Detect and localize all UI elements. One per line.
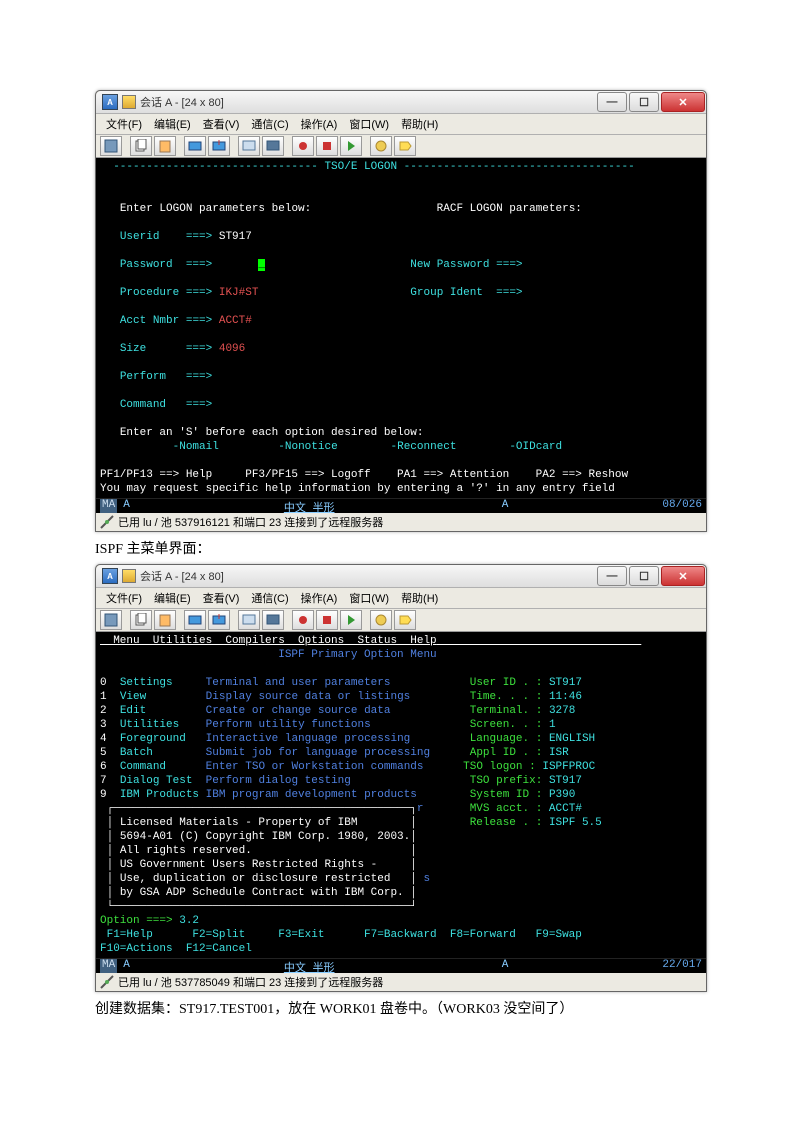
menu-help[interactable]: 帮助(H) [395, 590, 444, 606]
titlebar[interactable]: A 会话 A - [24 x 80] — ☐ ✕ [96, 565, 706, 588]
play-icon[interactable] [340, 610, 362, 630]
opt-5[interactable]: 5 [100, 747, 120, 759]
recv-icon[interactable] [208, 136, 230, 156]
tag-icon[interactable] [394, 136, 416, 156]
titlebar[interactable]: A 会话 A - [24 x 80] — ☐ ✕ [96, 91, 706, 114]
opt-7[interactable]: 7 [100, 775, 120, 787]
cursor-position: 08/026 [662, 499, 702, 513]
caption-dataset: 创建数据集：ST917.TEST001，放在 WORK01 盘卷中。（WORK0… [95, 998, 705, 1018]
minimize-button[interactable]: — [597, 92, 627, 112]
fkeys-row-2: F10=Actions F12=Cancel [100, 943, 252, 955]
menu-window[interactable]: 窗口(W) [343, 590, 395, 606]
caption-ispf: ISPF 主菜单界面： [95, 538, 705, 558]
send-icon[interactable] [184, 136, 206, 156]
menu-comm[interactable]: 通信(C) [245, 116, 294, 132]
connection-status-bar: 已用 lu / 池 537916121 和端口 23 连接到了远程服务器 [96, 513, 706, 531]
play-icon[interactable] [340, 136, 362, 156]
record-icon[interactable] [292, 610, 314, 630]
opt-3[interactable]: 3 [100, 719, 120, 731]
stop-icon[interactable] [316, 136, 338, 156]
menubar: 文件(F) 编辑(E) 查看(V) 通信(C) 操作(A) 窗口(W) 帮助(H… [96, 114, 706, 135]
app-icon: A [102, 94, 118, 110]
connection-status: 已用 lu / 池 537916121 和端口 23 连接到了远程服务器 [118, 514, 383, 530]
cursor: _ [258, 259, 265, 271]
status-line: MA A 中文 半形 A 22/017 [96, 958, 706, 973]
paste-icon[interactable] [154, 610, 176, 630]
menu-view[interactable]: 查看(V) [197, 116, 246, 132]
terminal-window-logon: A 会话 A - [24 x 80] — ☐ ✕ 文件(F) 编辑(E) 查看(… [95, 90, 707, 532]
ime-status: 中文 半形 [284, 959, 335, 973]
copy-icon[interactable] [130, 610, 152, 630]
procedure-field[interactable]: IKJ#ST [219, 287, 259, 299]
terminal-screen-ispf[interactable]: Menu Utilities Compilers Options Status … [96, 632, 706, 958]
record-icon[interactable] [292, 136, 314, 156]
app-icon-2 [122, 569, 136, 583]
menu-action[interactable]: 操作(A) [295, 590, 344, 606]
fkeys-row-1: F1=Help F2=Split F3=Exit F7=Backward F8=… [100, 929, 582, 941]
acct-field[interactable]: ACCT# [219, 315, 252, 327]
color-icon[interactable] [262, 136, 284, 156]
maximize-button[interactable]: ☐ [629, 92, 659, 112]
opt-9[interactable]: 9 [100, 789, 120, 801]
ispf-menubar[interactable]: Menu Utilities Compilers Options Status … [100, 635, 437, 647]
opt-2[interactable]: 2 [100, 705, 120, 717]
opt-0[interactable]: 0 [100, 677, 120, 689]
tool-icon[interactable] [100, 610, 122, 630]
display-icon[interactable] [238, 610, 260, 630]
menu-file[interactable]: 文件(F) [100, 116, 148, 132]
menubar: 文件(F) 编辑(E) 查看(V) 通信(C) 操作(A) 窗口(W) 帮助(H… [96, 588, 706, 609]
userid-field[interactable]: ST917 [219, 231, 252, 243]
toolbar [96, 609, 706, 632]
help-hint: You may request specific help informatio… [100, 483, 615, 495]
paste-icon[interactable] [154, 136, 176, 156]
connection-status-bar: 已用 lu / 池 537785049 和端口 23 连接到了远程服务器 [96, 973, 706, 991]
tool-icon[interactable] [100, 136, 122, 156]
window-title: 会话 A - [24 x 80] [140, 568, 596, 584]
status-MA: MA [100, 959, 117, 973]
status-line: MA A 中文 半形 A 08/026 [96, 498, 706, 513]
opt-6[interactable]: 6 [100, 761, 120, 773]
menu-comm[interactable]: 通信(C) [245, 590, 294, 606]
ispf-title: ISPF Primary Option Menu [278, 649, 436, 661]
app-icon-2 [122, 95, 136, 109]
size-field[interactable]: 4096 [219, 343, 245, 355]
connection-status: 已用 lu / 池 537785049 和端口 23 连接到了远程服务器 [118, 974, 383, 990]
option-input[interactable]: 3.2 [179, 915, 199, 927]
menu-help[interactable]: 帮助(H) [395, 116, 444, 132]
cursor-position: 22/017 [662, 959, 702, 973]
stop-icon[interactable] [316, 610, 338, 630]
display-icon[interactable] [238, 136, 260, 156]
copy-icon[interactable] [130, 136, 152, 156]
help-icon[interactable] [370, 610, 392, 630]
tag-icon[interactable] [394, 610, 416, 630]
option-prompt[interactable]: Option ===> [100, 915, 179, 927]
opt-4[interactable]: 4 [100, 733, 120, 745]
close-button[interactable]: ✕ [661, 566, 705, 586]
help-icon[interactable] [370, 136, 392, 156]
menu-view[interactable]: 查看(V) [197, 590, 246, 606]
menu-edit[interactable]: 编辑(E) [148, 116, 197, 132]
window-title: 会话 A - [24 x 80] [140, 94, 596, 110]
terminal-screen-logon[interactable]: ------------------------------- TSO/E LO… [96, 158, 706, 498]
color-icon[interactable] [262, 610, 284, 630]
status-MA: MA [100, 499, 117, 513]
menu-edit[interactable]: 编辑(E) [148, 590, 197, 606]
menu-window[interactable]: 窗口(W) [343, 116, 395, 132]
pf-keys-line: PF1/PF13 ==> Help PF3/PF15 ==> Logoff PA… [100, 469, 628, 481]
close-button[interactable]: ✕ [661, 92, 705, 112]
send-icon[interactable] [184, 610, 206, 630]
terminal-window-ispf: A 会话 A - [24 x 80] — ☐ ✕ 文件(F) 编辑(E) 查看(… [95, 564, 707, 992]
connect-icon [100, 515, 114, 529]
toolbar [96, 135, 706, 158]
app-icon: A [102, 568, 118, 584]
minimize-button[interactable]: — [597, 566, 627, 586]
connect-icon [100, 975, 114, 989]
ime-status: 中文 半形 [284, 499, 335, 513]
opt-1[interactable]: 1 [100, 691, 120, 703]
recv-icon[interactable] [208, 610, 230, 630]
menu-file[interactable]: 文件(F) [100, 590, 148, 606]
menu-action[interactable]: 操作(A) [295, 116, 344, 132]
maximize-button[interactable]: ☐ [629, 566, 659, 586]
